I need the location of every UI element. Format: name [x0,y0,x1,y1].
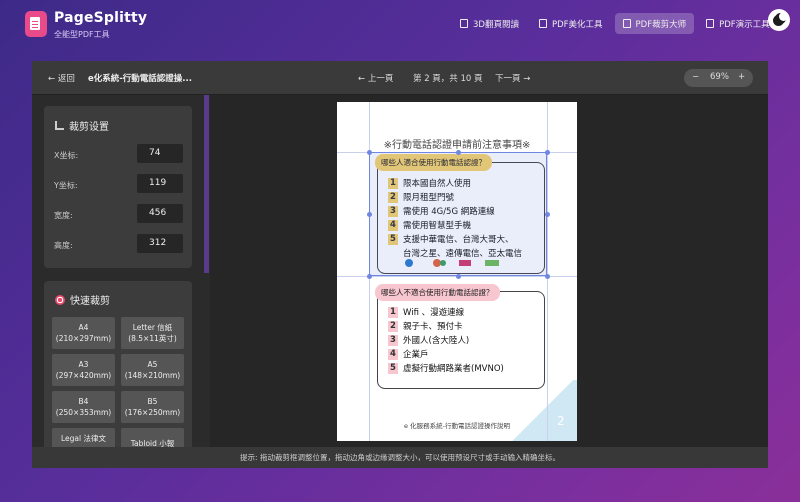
number-badge: 4 [388,348,398,360]
y-label: Y坐标: [54,181,78,190]
nav-pdf-crop[interactable]: PDF裁剪大师 [614,13,695,34]
number-badge: 5 [388,362,398,374]
nav-label: PDF裁剪大师 [635,19,687,30]
image-icon [622,19,631,28]
x-input[interactable]: 74 [137,144,183,163]
nav-label: PDF美化工具 [551,19,603,30]
item-text: 外國人(含大陸人) [403,336,470,346]
sidebar: 裁剪设置 X坐标: 74 Y坐标: 119 宽度: 456 高度: 312 快速… [44,106,192,458]
pdf-page: 2 ※行動電話認證申請前注意事項※ 1 限本國自然人使用 2 限月租型門號 3 需使用… [337,102,577,441]
number-badge: 1 [388,306,398,318]
preset-name: B4 [78,397,89,406]
book-icon [460,19,468,28]
preset-size: (297×420mm) [55,371,112,380]
unsuitable-card: 1 Wifi 、漫遊連線 2 親子卡、預付卡 3 外國人(含大陸人) 4 企業戶 5 虛擬… [377,291,545,389]
nav-pdf-beautify[interactable]: PDF美化工具 [531,13,611,34]
ruler-icon [55,121,64,130]
x-label: X坐标: [54,151,79,160]
document-name: e化系統-行動電話認證操... [88,74,192,84]
app-name[interactable]: PageSplitty [54,10,147,26]
zoom-value: 69% [710,72,729,82]
unsuitable-item: 4 企業戶 [388,348,429,360]
zoom-out-button[interactable]: − [692,72,699,82]
preset-b4[interactable]: B4 (250×353mm) [52,391,115,423]
preset-name: B5 [147,397,158,406]
crop-settings-label: 裁剪设置 [69,122,109,133]
document-footer: e 化服務系統-行動電話認證操作說明 [404,422,510,430]
quick-crop-panel: 快速裁剪 A4 (210×297mm) Letter 信紙 (8.5×11英寸) A… [44,281,192,458]
number-badge: 2 [388,320,398,332]
nav-pdf-present[interactable]: PDF演示工具 [698,13,778,34]
unsuitable-item: 5 虛擬行動網路業者(MVNO) [388,362,504,374]
preset-size: (148×210mm) [124,371,181,380]
preset-b5[interactable]: B5 (176×250mm) [121,391,184,423]
next-page-button[interactable]: 下一頁 → [495,72,530,84]
item-text: 企業戶 [403,350,429,360]
preset-letter[interactable]: Letter 信紙 (8.5×11英寸) [121,317,184,349]
hint-bar: 提示: 拖动裁剪框调整位置，拖动边角或边缘调整大小，可以使用预设尺寸或手动输入精… [32,447,768,468]
document-icon [706,19,715,28]
unsuitable-card-header: 哪些人不適合使用行動電話認證？ [375,284,500,301]
unsuitable-item: 3 外國人(含大陸人) [388,334,469,346]
zoom-in-button[interactable]: + [738,72,745,82]
preset-name: Legal 法律文 [61,434,106,443]
page-corner-decoration [509,380,577,441]
preset-a3[interactable]: A3 (297×420mm) [52,354,115,386]
crop-handle-bottom[interactable] [456,274,461,279]
crop-handle-top-left[interactable] [367,150,372,155]
preset-name: A5 [147,360,158,369]
app-tagline: 全能型PDF工具 [54,30,110,39]
preset-name: A4 [78,323,89,332]
preset-size: (250×353mm) [55,408,112,417]
item-text: 虛擬行動網路業者(MVNO) [403,364,504,374]
editor-toolbar: ← 返回 e化系統-行動電話認證操... ← 上一頁 第 2 頁，共 10 頁 … [32,61,768,95]
document-icon [538,19,547,28]
nav-label: PDF演示工具 [719,19,770,30]
crop-handle-bottom-right[interactable] [545,274,550,279]
crop-handle-left[interactable] [367,212,372,217]
page-indicator: 第 2 頁，共 10 頁 [413,74,483,84]
target-icon [55,294,65,305]
preset-a4[interactable]: A4 (210×297mm) [52,317,115,349]
crop-settings-panel: 裁剪设置 X坐标: 74 Y坐标: 119 宽度: 456 高度: 312 [44,106,192,268]
nav-3d-reader[interactable]: 3D翻頁閱讀 [452,13,527,34]
zoom-control: − 69% + [684,69,753,87]
prev-page-button[interactable]: ← 上一頁 [358,72,393,84]
item-text: Wifi 、漫遊連線 [403,308,465,318]
height-label: 高度: [54,241,73,250]
width-input[interactable]: 456 [137,204,183,223]
preset-size: (210×297mm) [55,334,112,343]
y-input[interactable]: 119 [137,174,183,193]
top-bar: PageSplitty 全能型PDF工具 3D翻頁閱讀 PDF美化工具 PDF裁… [0,0,800,48]
document-title: ※行動電話認證申請前注意事項※ [383,140,531,151]
preset-size: (176×250mm) [124,408,181,417]
quick-crop-label: 快速裁剪 [70,296,110,307]
nav-label: 3D翻頁閱讀 [473,19,519,30]
unsuitable-item: 1 Wifi 、漫遊連線 [388,306,464,318]
crop-handle-bottom-left[interactable] [367,274,372,279]
number-badge: 3 [388,334,398,346]
preset-size: (8.5×11英寸) [128,334,177,343]
crop-selection-box[interactable] [369,152,547,276]
height-input[interactable]: 312 [137,234,183,253]
app-logo-icon[interactable] [25,11,47,37]
sidebar-scrollbar[interactable] [204,95,209,273]
width-label: 宽度: [54,211,73,220]
crop-handle-top-right[interactable] [545,150,550,155]
preset-name: A3 [78,360,89,369]
preset-a5[interactable]: A5 (148×210mm) [121,354,184,386]
main-nav: 3D翻頁閱讀 PDF美化工具 PDF裁剪大师 PDF演示工具 [452,13,778,34]
crop-settings-title: 裁剪设置 [55,118,109,133]
quick-crop-title: 快速裁剪 [55,292,110,307]
crop-handle-right[interactable] [545,212,550,217]
back-button[interactable]: ← 返回 [48,72,75,84]
unsuitable-item: 2 親子卡、預付卡 [388,320,463,332]
preset-name: Letter 信紙 [132,323,173,332]
crop-handle-top[interactable] [456,150,461,155]
theme-toggle-moon-icon[interactable] [768,9,790,31]
item-text: 親子卡、預付卡 [403,322,463,332]
